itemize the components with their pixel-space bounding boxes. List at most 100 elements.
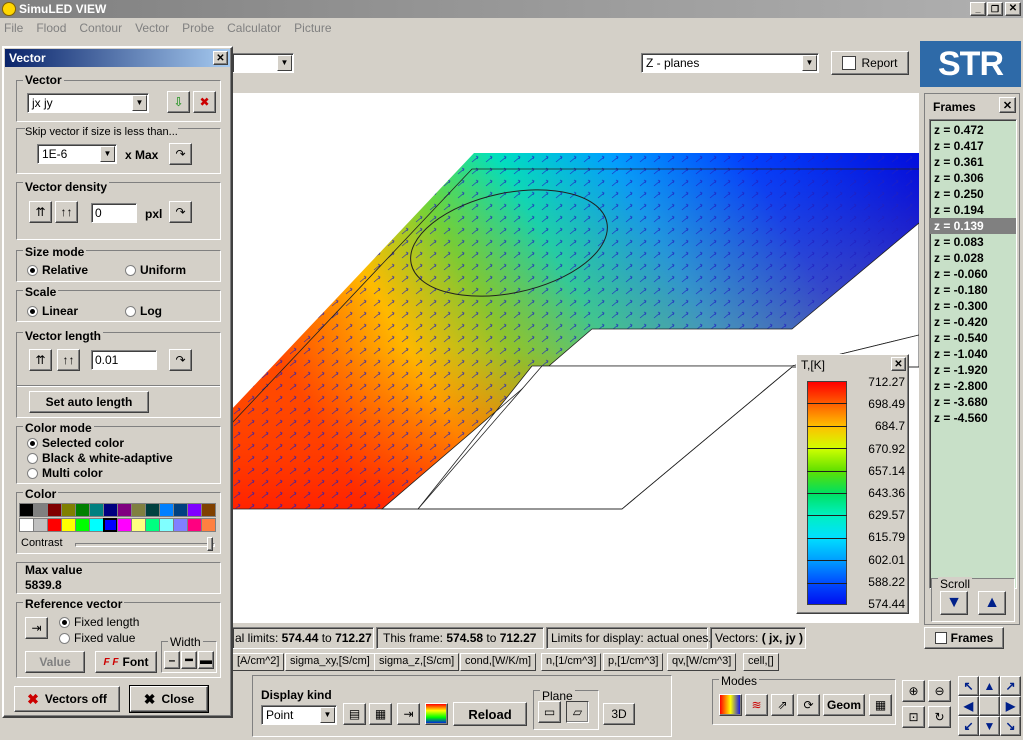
color-swatch[interactable] (61, 503, 76, 517)
pan-right-icon[interactable]: ▶ (1000, 696, 1021, 716)
legend-close-button[interactable]: ✕ (891, 357, 906, 371)
color-swatch[interactable] (131, 518, 146, 532)
load-vector-icon[interactable]: ⇩ (167, 91, 190, 113)
frames-list[interactable]: z = 0.472 z = 0.417 z = 0.361 z = 0.306 … (929, 119, 1017, 589)
color-swatch[interactable] (103, 503, 118, 517)
width-thick-button[interactable]: ▬ (198, 651, 214, 669)
fit-view-icon[interactable]: ⊡ (902, 706, 925, 728)
contrast-slider[interactable] (75, 543, 215, 547)
frame-item[interactable]: z = 0.028 (930, 250, 1016, 266)
frame-item[interactable]: z = 0.194 (930, 202, 1016, 218)
size-relative-radio[interactable]: Relative (27, 263, 88, 277)
frame-item[interactable]: z = -4.560 (930, 410, 1016, 426)
display-kind-select[interactable]: Point ▼ (261, 705, 337, 725)
vector-select[interactable]: jx jy ▼ (27, 93, 149, 113)
color-multi-radio[interactable]: Multi color (27, 466, 103, 480)
frame-item-selected[interactable]: z = 0.139 (930, 218, 1016, 234)
density-increase-icon[interactable]: ⇈ (29, 201, 52, 223)
color-swatch[interactable] (201, 518, 216, 532)
rotate-mode-icon[interactable]: ⟳ (797, 694, 820, 716)
grid-icon[interactable]: ▦ (869, 694, 892, 716)
tab-p[interactable]: p,[1/cm^3] (603, 653, 664, 671)
color-swatch[interactable] (173, 518, 188, 532)
color-swatch[interactable] (47, 503, 62, 517)
scale-linear-radio[interactable]: Linear (27, 304, 78, 318)
contrast-slider-thumb[interactable] (207, 537, 213, 551)
length-input[interactable]: 0.01 (91, 350, 157, 370)
menu-contour[interactable]: Contour (79, 21, 122, 35)
delete-vector-icon[interactable]: ✖ (193, 91, 216, 113)
ref-fixed-value-radio[interactable]: Fixed value (59, 631, 135, 645)
menu-file[interactable]: File (4, 21, 23, 35)
color-bw-radio[interactable]: Black & white-adaptive (27, 451, 173, 465)
apply-skip-icon[interactable]: ↷ (169, 143, 192, 165)
color-swatch[interactable] (33, 503, 48, 517)
color-swatch[interactable] (159, 503, 174, 517)
color-swatch[interactable] (187, 503, 202, 517)
color-swatch[interactable] (75, 503, 90, 517)
close-button[interactable]: ✖ Close (129, 685, 209, 713)
frame-item[interactable]: z = 0.250 (930, 186, 1016, 202)
value-button[interactable]: Value (25, 651, 85, 673)
scroll-down-button[interactable]: ▼ (940, 591, 968, 615)
pan-up-left-icon[interactable]: ↖ (958, 676, 979, 696)
tab-qv[interactable]: qv,[W/cm^3] (667, 653, 737, 671)
color-swatch[interactable] (47, 518, 62, 532)
plane-tilted-icon[interactable]: ▱ (566, 701, 589, 723)
frame-item[interactable]: z = 0.361 (930, 154, 1016, 170)
pan-up-right-icon[interactable]: ↗ (1000, 676, 1021, 696)
color-swatch[interactable] (89, 518, 104, 532)
tab-current-density[interactable]: [A/cm^2] (232, 653, 285, 671)
density-decrease-icon[interactable]: ↑↑ (55, 201, 78, 223)
close-window-button[interactable]: ✕ (1005, 2, 1021, 16)
apply-density-icon[interactable]: ↷ (169, 201, 192, 223)
color-swatch[interactable] (61, 518, 76, 532)
contour-mode-icon[interactable]: ≋ (745, 694, 768, 716)
tab-cond[interactable]: cond,[W/K/m] (460, 653, 537, 671)
restore-button[interactable]: ❐ (987, 2, 1003, 16)
set-auto-length-button[interactable]: Set auto length (29, 391, 149, 413)
scale-log-radio[interactable]: Log (125, 304, 162, 318)
width-medium-button[interactable]: ━ (181, 651, 197, 669)
frame-item[interactable]: z = -1.920 (930, 362, 1016, 378)
frames-close-button[interactable]: ✕ (999, 97, 1016, 113)
vector-mode-icon[interactable]: ⇗ (771, 694, 794, 716)
color-selected-radio[interactable]: Selected color (27, 436, 124, 450)
font-button[interactable]: F F Font (95, 651, 157, 673)
skip-select[interactable]: 1E-6 ▼ (37, 144, 117, 164)
frame-item[interactable]: z = 0.417 (930, 138, 1016, 154)
plane-select[interactable]: Z - planes ▼ (641, 53, 819, 73)
pan-down-icon[interactable]: ▼ (979, 716, 1000, 736)
report-button[interactable]: Report (831, 51, 909, 75)
tab-frames[interactable]: Frames (924, 627, 1004, 649)
frame-item[interactable]: z = 0.472 (930, 122, 1016, 138)
color-swatch-selected[interactable] (103, 518, 118, 532)
color-swatch[interactable] (187, 518, 202, 532)
size-uniform-radio[interactable]: Uniform (125, 263, 186, 277)
color-swatch[interactable] (159, 518, 174, 532)
hidden-combo[interactable]: ▼ (232, 53, 294, 73)
density-input[interactable]: 0 (91, 203, 137, 223)
color-swatch[interactable] (19, 503, 34, 517)
table-icon[interactable]: ▦ (369, 703, 392, 725)
menu-calculator[interactable]: Calculator (227, 21, 281, 35)
length-decrease-icon[interactable]: ↑↑ (57, 349, 80, 371)
frame-item[interactable]: z = 0.083 (930, 234, 1016, 250)
3d-button[interactable]: 3D (603, 703, 635, 725)
pan-center-icon[interactable] (979, 696, 1000, 716)
frame-item[interactable]: z = -0.060 (930, 266, 1016, 282)
plane-flat-icon[interactable]: ▭ (538, 701, 561, 723)
tab-sigma-xy[interactable]: sigma_xy,[S/cm] (285, 653, 375, 671)
reference-vector-icon[interactable]: ⇥ (25, 617, 48, 639)
frame-item[interactable]: z = 0.306 (930, 170, 1016, 186)
apply-length-icon[interactable]: ↷ (169, 349, 192, 371)
refresh-icon[interactable]: ↻ (928, 706, 951, 728)
frame-item[interactable]: z = -0.300 (930, 298, 1016, 314)
zoom-out-icon[interactable]: ⊖ (928, 680, 951, 702)
pan-down-left-icon[interactable]: ↙ (958, 716, 979, 736)
tab-sigma-z[interactable]: sigma_z,[S/cm] (374, 653, 460, 671)
color-swatch[interactable] (117, 518, 132, 532)
color-swatch[interactable] (19, 518, 34, 532)
frame-item[interactable]: z = -1.040 (930, 346, 1016, 362)
color-swatch[interactable] (117, 503, 132, 517)
